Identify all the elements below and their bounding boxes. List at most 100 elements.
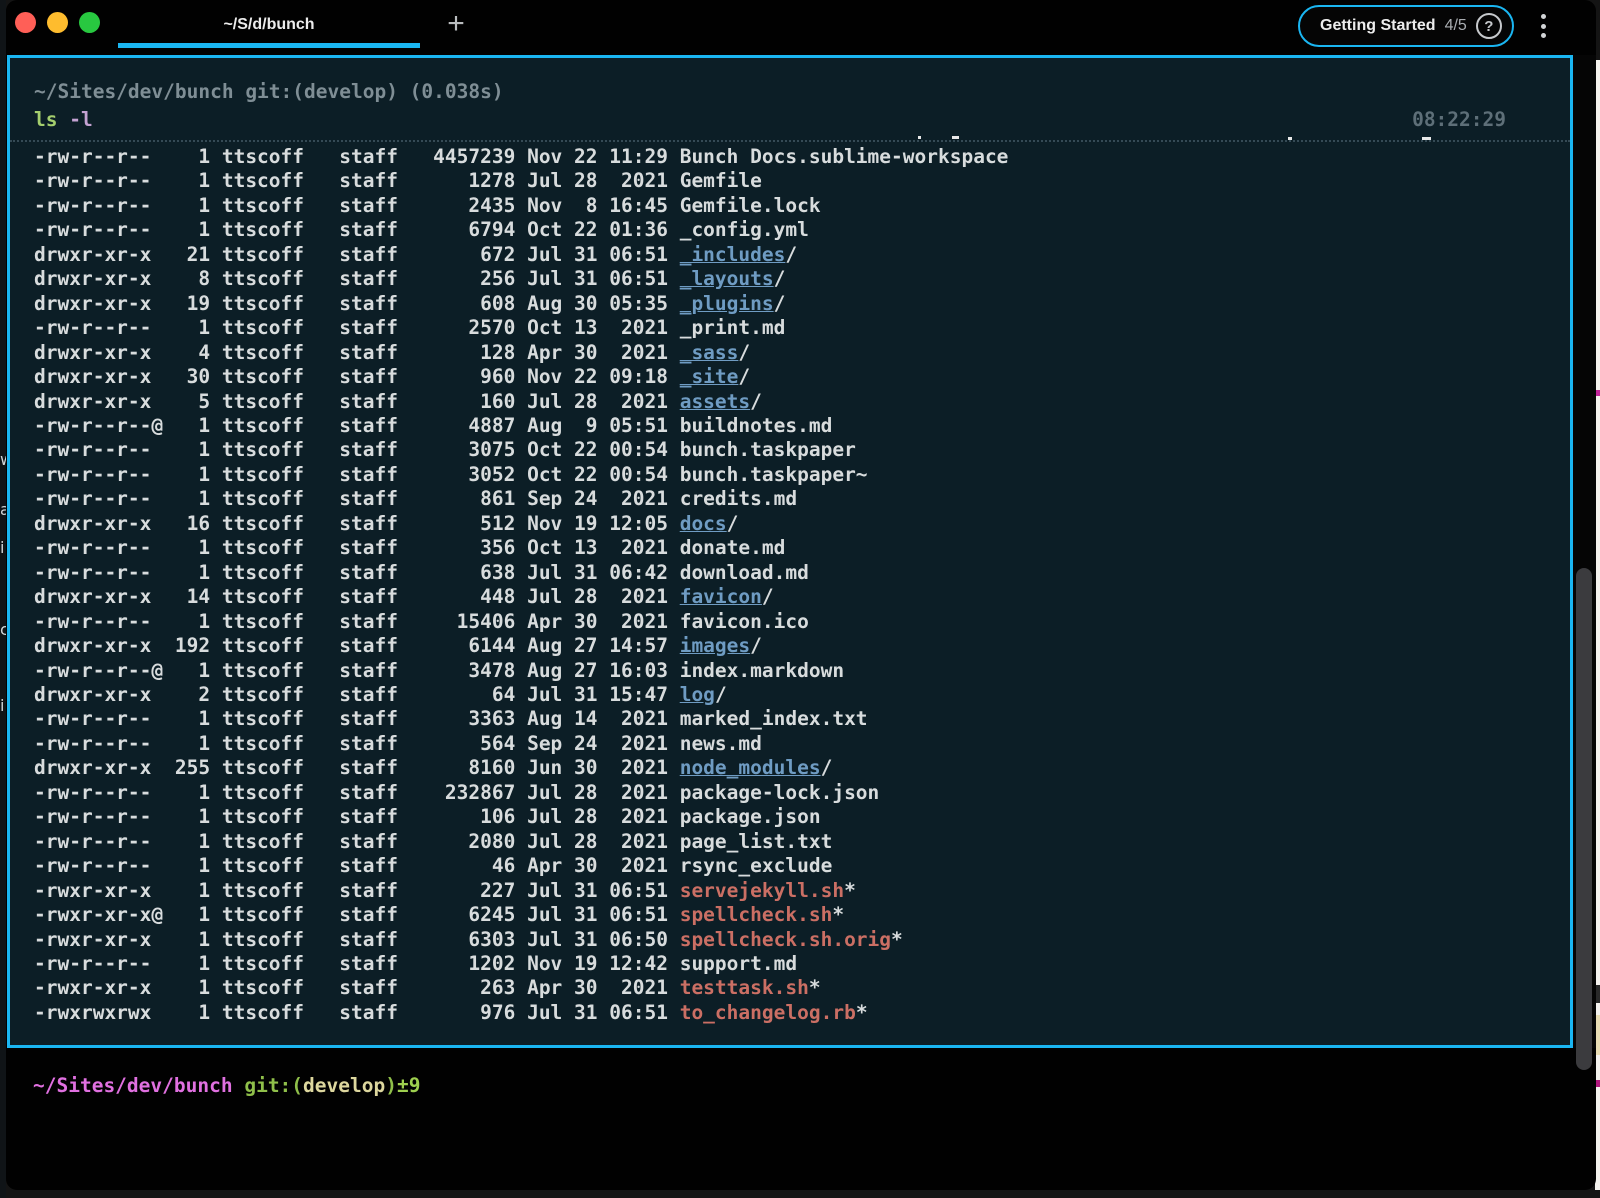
getting-started-progress: 4/5: [1445, 17, 1467, 35]
listing-row: -rw-r--r-- 1 ttscoff staff 4457239 Nov 2…: [34, 145, 1570, 169]
file-name: spellcheck.sh.orig: [680, 928, 891, 951]
listing-row: -rw-r--r-- 1 ttscoff staff 232867 Jul 28…: [34, 781, 1570, 805]
help-icon[interactable]: ?: [1476, 13, 1502, 39]
file-name: assets: [680, 390, 750, 413]
new-tab-button[interactable]: +: [434, 0, 478, 48]
file-name: Gemfile: [680, 169, 762, 192]
file-name: images: [680, 634, 750, 657]
file-name: log: [680, 683, 715, 706]
tab-active-indicator: [118, 43, 420, 48]
command-line: ls -l08:22:29: [34, 106, 1570, 134]
traffic-lights: [15, 12, 100, 33]
clipped-text-fragment: [1422, 137, 1431, 140]
listing-row: drwxr-xr-x 16 ttscoff staff 512 Nov 19 1…: [34, 512, 1570, 536]
listing-row: drwxr-xr-x 8 ttscoff staff 256 Jul 31 06…: [34, 267, 1570, 291]
listing-row: -rw-r--r-- 1 ttscoff staff 1278 Jul 28 2…: [34, 169, 1570, 193]
file-name: bunch.taskpaper: [680, 438, 856, 461]
listing-row: -rw-r--r-- 1 ttscoff staff 15406 Apr 30 …: [34, 610, 1570, 634]
file-name: bunch.taskpaper~: [680, 463, 868, 486]
prompt-git-dirty-count: ±9: [397, 1074, 420, 1097]
listing-row: -rwxr-xr-x 1 ttscoff staff 227 Jul 31 06…: [34, 879, 1570, 903]
listing-row: -rw-r--r-- 1 ttscoff staff 106 Jul 28 20…: [34, 805, 1570, 829]
file-name: rsync_exclude: [680, 854, 833, 877]
file-name: package.json: [680, 805, 821, 828]
clipped-text-fragment: i: [0, 538, 4, 557]
file-name: donate.md: [680, 536, 786, 559]
scrollbar-thumb[interactable]: [1576, 568, 1592, 1070]
listing-row: -rwxr-xr-x 1 ttscoff staff 6303 Jul 31 0…: [34, 928, 1570, 952]
listing-row: -rw-r--r-- 1 ttscoff staff 6794 Oct 22 0…: [34, 218, 1570, 242]
terminal-input-area[interactable]: ~/Sites/dev/bunch git:(develop)±9: [6, 1048, 1596, 1190]
file-name: favicon: [680, 585, 762, 608]
listing-row: drwxr-xr-x 19 ttscoff staff 608 Aug 30 0…: [34, 292, 1570, 316]
file-name: testtask.sh: [680, 976, 809, 999]
file-name: node_modules: [680, 756, 821, 779]
command-flags: -l: [57, 108, 92, 131]
listing-row: drwxr-xr-x 255 ttscoff staff 8160 Jun 30…: [34, 756, 1570, 780]
file-name: credits.md: [680, 487, 797, 510]
prompt-path: ~/Sites/dev/bunch: [33, 1074, 233, 1097]
titlebar: ~/S/d/bunch + Getting Started 4/5 ?: [6, 0, 1596, 50]
listing-row: drwxr-xr-x 5 ttscoff staff 160 Jul 28 20…: [34, 390, 1570, 414]
listing-row: -rw-r--r--@ 1 ttscoff staff 4887 Aug 9 0…: [34, 414, 1570, 438]
terminal-window: ~/S/d/bunch + Getting Started 4/5 ? ~/Si…: [6, 0, 1596, 1190]
listing-row: drwxr-xr-x 192 ttscoff staff 6144 Aug 27…: [34, 634, 1570, 658]
listing-row: -rw-r--r--@ 1 ttscoff staff 3478 Aug 27 …: [34, 659, 1570, 683]
command-separator: [10, 140, 1570, 142]
listing-row: drwxr-xr-x 2 ttscoff staff 64 Jul 31 15:…: [34, 683, 1570, 707]
clipped-text-fragment: [952, 136, 959, 139]
listing-row: -rw-r--r-- 1 ttscoff staff 2080 Jul 28 2…: [34, 830, 1570, 854]
getting-started-label: Getting Started: [1320, 17, 1436, 35]
file-name: servejekyll.sh: [680, 879, 844, 902]
clipped-text-fragment: i: [0, 696, 4, 715]
listing-row: -rw-r--r-- 1 ttscoff staff 356 Oct 13 20…: [34, 536, 1570, 560]
listing-row: -rw-r--r-- 1 ttscoff staff 3052 Oct 22 0…: [34, 463, 1570, 487]
file-name: download.md: [680, 561, 809, 584]
file-name: Gemfile.lock: [680, 194, 821, 217]
file-name: news.md: [680, 732, 762, 755]
close-button[interactable]: [15, 12, 36, 33]
file-name: marked_index.txt: [680, 707, 868, 730]
zoom-button[interactable]: [79, 12, 100, 33]
file-name: _print.md: [680, 316, 786, 339]
listing-row: -rw-r--r-- 1 ttscoff staff 2570 Oct 13 2…: [34, 316, 1570, 340]
tab-active[interactable]: ~/S/d/bunch: [118, 0, 420, 50]
file-name: favicon.ico: [680, 610, 809, 633]
file-listing: -rw-r--r-- 1 ttscoff staff 4457239 Nov 2…: [34, 145, 1570, 1025]
minimize-button[interactable]: [47, 12, 68, 33]
file-name: docs: [680, 512, 727, 535]
listing-row: -rw-r--r-- 1 ttscoff staff 638 Jul 31 06…: [34, 561, 1570, 585]
overflow-menu-button[interactable]: [1534, 14, 1552, 38]
clipped-text-fragment: [1288, 137, 1292, 140]
file-name: spellcheck.sh: [680, 903, 833, 926]
file-name: index.markdown: [680, 659, 844, 682]
listing-row: drwxr-xr-x 21 ttscoff staff 672 Jul 31 0…: [34, 243, 1570, 267]
listing-row: -rw-r--r-- 1 ttscoff staff 3363 Aug 14 2…: [34, 707, 1570, 731]
listing-row: -rw-r--r-- 1 ttscoff staff 1202 Nov 19 1…: [34, 952, 1570, 976]
terminal-pane[interactable]: ~/Sites/dev/bunch git:(develop) (0.038s)…: [7, 55, 1573, 1048]
file-name: buildnotes.md: [680, 414, 833, 437]
shell-prompt-line: ~/Sites/dev/bunch git:(develop) (0.038s): [34, 78, 1570, 106]
listing-row: -rw-r--r-- 1 ttscoff staff 3075 Oct 22 0…: [34, 438, 1570, 462]
prompt-git-suffix: ): [385, 1074, 397, 1097]
command-timestamp: 08:22:29: [1412, 106, 1506, 134]
listing-row: drwxr-xr-x 4 ttscoff staff 128 Apr 30 20…: [34, 341, 1570, 365]
terminal-output: ~/Sites/dev/bunch git:(develop) (0.038s)…: [10, 58, 1570, 1025]
listing-row: drwxr-xr-x 14 ttscoff staff 448 Jul 28 2…: [34, 585, 1570, 609]
tab-title: ~/S/d/bunch: [223, 16, 314, 34]
scrollbar[interactable]: [1573, 55, 1596, 1048]
clipped-text-fragment: [918, 136, 921, 139]
listing-row: -rw-r--r-- 1 ttscoff staff 564 Sep 24 20…: [34, 732, 1570, 756]
prompt-git-branch: develop: [303, 1074, 385, 1097]
listing-row: -rwxrwxrwx 1 ttscoff staff 976 Jul 31 06…: [34, 1001, 1570, 1025]
listing-row: -rw-r--r-- 1 ttscoff staff 46 Apr 30 202…: [34, 854, 1570, 878]
file-name: _layouts: [680, 267, 774, 290]
file-name: _includes: [680, 243, 786, 266]
file-name: _sass: [680, 341, 739, 364]
listing-row: -rwxr-xr-x 1 ttscoff staff 263 Apr 30 20…: [34, 976, 1570, 1000]
file-name: page_list.txt: [680, 830, 833, 853]
file-name: package-lock.json: [680, 781, 880, 804]
file-name: to_changelog.rb: [680, 1001, 856, 1024]
getting-started-button[interactable]: Getting Started 4/5 ?: [1298, 5, 1514, 47]
file-name: _config.yml: [680, 218, 809, 241]
